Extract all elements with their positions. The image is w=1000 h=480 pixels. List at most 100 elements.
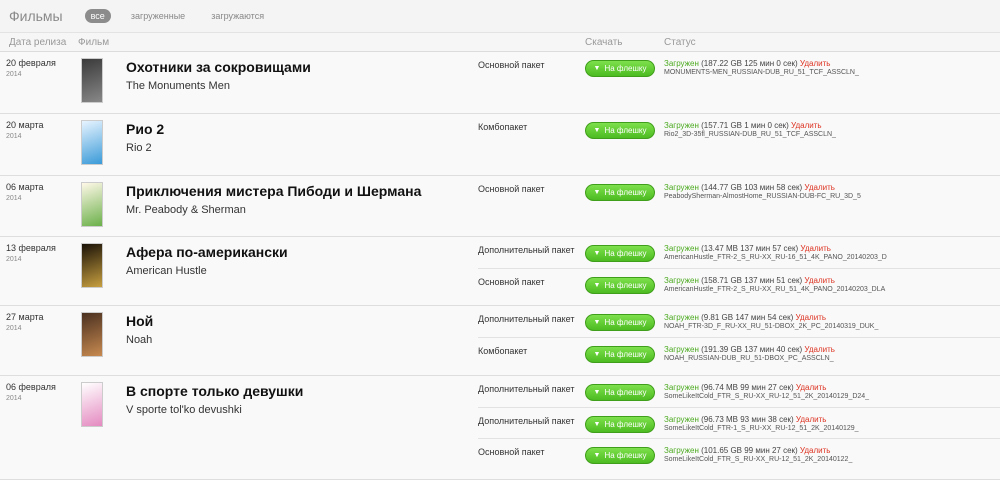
release-date: 20 февраля 2014 [6, 58, 56, 80]
delete-link[interactable]: Удалить [804, 183, 835, 192]
filter-downloading[interactable]: загружаются [205, 9, 270, 23]
film-poster[interactable] [81, 120, 103, 165]
package-filename: MONUMENTS-MEN_RUSSIAN-DUB_RU_51_TCF_ASSC… [664, 69, 859, 76]
button-label: На флешку [604, 281, 647, 290]
download-status: Загружен (191.39 GB 137 мин 40 сек) Удал… [664, 345, 999, 363]
status-line: Загружен (101.65 GB 99 мин 27 сек) Удали… [664, 446, 999, 455]
release-date: 13 февраля 2014 [6, 243, 56, 265]
package-filename: AmericanHustle_FTR-2_S_RU-XX_RU_51_4K_PA… [664, 286, 886, 293]
package-row: Дополнительный пакет ▼ На флешку Загружен (… [478, 407, 1000, 438]
film-original-title: American Hustle [126, 265, 207, 277]
release-day: 20 марта [6, 120, 44, 130]
to-flash-button[interactable]: ▼ На флешку [585, 122, 655, 139]
release-year: 2014 [6, 256, 22, 263]
to-flash-button[interactable]: ▼ На флешку [585, 384, 655, 401]
status-text: Загружен [664, 276, 699, 285]
delete-link[interactable]: Удалить [796, 415, 827, 424]
to-flash-button[interactable]: ▼ На флешку [585, 277, 655, 294]
download-status: Загружен (187.22 GB 125 мин 0 сек) Удали… [664, 59, 999, 77]
package-filename: SomeLikeItCold_FTR_S_RU-XX_RU-12_51_2K_2… [664, 393, 870, 400]
download-arrow-icon: ▼ [593, 250, 601, 257]
column-date[interactable]: Дата релиза [9, 37, 66, 48]
to-flash-button[interactable]: ▼ На флешку [585, 184, 655, 201]
film-poster[interactable] [81, 182, 103, 227]
package-row: Комбопакет ▼ На флешку Загружен (157.71 GB … [478, 114, 1000, 145]
release-day: 06 марта [6, 182, 44, 192]
film-title[interactable]: Приключения мистера Пибоди и Шермана [126, 183, 421, 199]
delete-link[interactable]: Удалить [804, 345, 835, 354]
to-flash-button[interactable]: ▼ На флешку [585, 245, 655, 262]
film-title[interactable]: Афера по-американски [126, 244, 288, 260]
status-line: Загружен (9.81 GB 147 мин 54 сек) Удалит… [664, 313, 999, 322]
delete-link[interactable]: Удалить [791, 121, 822, 130]
film-original-title: V sporte tol'ko devushki [126, 404, 242, 416]
to-flash-button[interactable]: ▼ На флешку [585, 416, 655, 433]
delete-link[interactable]: Удалить [800, 59, 831, 68]
delete-link[interactable]: Удалить [796, 383, 827, 392]
delete-link[interactable]: Удалить [795, 313, 826, 322]
package-label: Основной пакет [478, 60, 545, 70]
package-row: Основной пакет ▼ На флешку Загружен (144.77… [478, 176, 1000, 207]
package-label: Комбопакет [478, 122, 528, 132]
filter-all[interactable]: все [84, 9, 111, 23]
column-download: Скачать [585, 37, 623, 48]
table-header: Дата релиза Фильм Скачать Статус [0, 32, 1000, 52]
film-poster[interactable] [81, 382, 103, 427]
package-label: Дополнительный пакет [478, 416, 575, 426]
download-arrow-icon: ▼ [593, 282, 601, 289]
film-original-title: Mr. Peabody & Sherman [126, 204, 246, 216]
size-duration: (13.47 MB 137 мин 57 сек) [698, 244, 801, 253]
status-line: Загружен (158.71 GB 137 мин 51 сек) Удал… [664, 276, 999, 285]
release-year: 2014 [6, 325, 22, 332]
film-poster[interactable] [81, 312, 103, 357]
size-duration: (96.74 MB 99 мин 27 сек) [698, 383, 796, 392]
package-row: Основной пакет ▼ На флешку Загружен (158.71… [478, 268, 1000, 299]
button-label: На флешку [604, 188, 647, 197]
film-title[interactable]: Рио 2 [126, 121, 164, 137]
filter-downloaded[interactable]: загруженные [125, 9, 191, 23]
package-row: Комбопакет ▼ На флешку Загружен (191.39 GB … [478, 337, 1000, 368]
delete-link[interactable]: Удалить [800, 244, 831, 253]
package-row: Дополнительный пакет ▼ На флешку Загружен (… [478, 237, 1000, 268]
film-title[interactable]: В спорте только девушки [126, 383, 303, 399]
download-arrow-icon: ▼ [593, 189, 601, 196]
page-title: Фильмы [9, 8, 63, 24]
release-day: 27 марта [6, 312, 44, 322]
release-day: 13 февраля [6, 243, 56, 253]
to-flash-button[interactable]: ▼ На флешку [585, 447, 655, 464]
size-duration: (191.39 GB 137 мин 40 сек) [698, 345, 805, 354]
delete-link[interactable]: Удалить [804, 276, 835, 285]
package-row: Основной пакет ▼ На флешку Загружен (187.22… [478, 52, 1000, 83]
to-flash-button[interactable]: ▼ На флешку [585, 346, 655, 363]
to-flash-button[interactable]: ▼ На флешку [585, 314, 655, 331]
film-poster[interactable] [81, 58, 103, 103]
film-title[interactable]: Охотники за сокровищами [126, 59, 311, 75]
download-arrow-icon: ▼ [593, 127, 601, 134]
status-line: Загружен (96.74 MB 99 мин 27 сек) Удалит… [664, 383, 999, 392]
film-title[interactable]: Ной [126, 313, 153, 329]
release-year: 2014 [6, 71, 22, 78]
status-text: Загружен [664, 313, 699, 322]
size-duration: (144.77 GB 103 мин 58 сек) [698, 183, 805, 192]
button-label: На флешку [604, 350, 647, 359]
download-status: Загружен (157.71 GB 1 мин 0 сек) Удалить… [664, 121, 999, 139]
film-poster[interactable] [81, 243, 103, 288]
film-row: 06 марта 2014 Приключения мистера Пибоди и… [0, 176, 1000, 237]
button-label: На флешку [604, 420, 647, 429]
delete-link[interactable]: Удалить [800, 446, 831, 455]
package-row: Дополнительный пакет ▼ На флешку Загружен (… [478, 306, 1000, 337]
package-filename: Rio2_3D-35fl_RUSSIAN-DUB_RU_51_TCF_ASSCL… [664, 131, 836, 138]
release-year: 2014 [6, 195, 22, 202]
to-flash-button[interactable]: ▼ На флешку [585, 60, 655, 77]
download-status: Загружен (13.47 MB 137 мин 57 сек) Удали… [664, 244, 999, 262]
film-original-title: Noah [126, 334, 153, 346]
column-film[interactable]: Фильм [78, 37, 109, 48]
film-original-title: Rio 2 [126, 142, 152, 154]
download-status: Загружен (96.74 MB 99 мин 27 сек) Удалит… [664, 383, 999, 401]
download-status: Загружен (144.77 GB 103 мин 58 сек) Удал… [664, 183, 999, 201]
download-arrow-icon: ▼ [593, 319, 601, 326]
film-row: 06 февраля 2014 В спорте только девушки V s… [0, 376, 1000, 480]
size-duration: (9.81 GB 147 мин 54 сек) [698, 313, 796, 322]
film-row: 27 марта 2014 Ной Noah Дополнительный пакет ▼… [0, 306, 1000, 376]
size-duration: (96.73 MB 93 мин 38 сек) [698, 415, 796, 424]
